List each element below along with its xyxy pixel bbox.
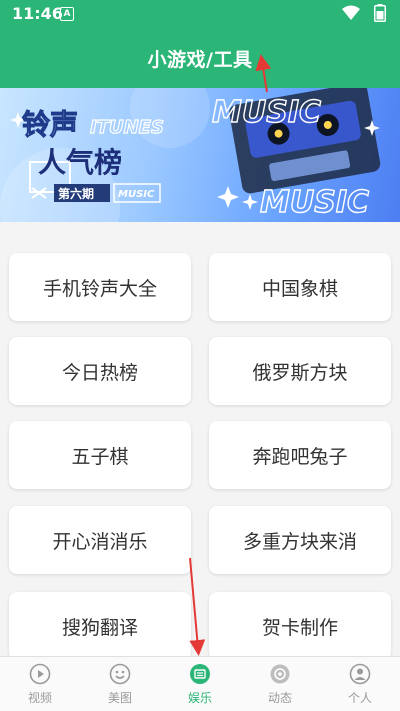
tab-video-label: 视频 (27, 691, 52, 705)
tool-tile-gomoku[interactable]: 五子棋 (9, 421, 191, 489)
tab-profile[interactable]: 个人 (320, 657, 400, 711)
play-circle-icon (29, 663, 51, 685)
tab-pictures[interactable]: 美图 (80, 657, 160, 711)
banner-issue-label: 第六期 (58, 186, 94, 201)
tool-tile-trending[interactable]: 今日热榜 (9, 337, 191, 405)
tab-entertainment[interactable]: 娱乐 (160, 657, 240, 711)
tool-tile-block-eliminate[interactable]: 多重方块来消 (209, 506, 391, 574)
tab-moments-label: 动态 (267, 691, 292, 705)
person-icon (349, 663, 371, 685)
banner-music-tag: MUSIC (118, 189, 155, 200)
banner-music-big-top: MUSIC (212, 95, 321, 130)
status-bar: 11:46 A (0, 0, 400, 28)
tab-pictures-label: 美图 (107, 691, 132, 705)
tools-grid: 手机铃声大全 中国象棋 今日热榜 俄罗斯方块 五子棋 奔跑吧兔子 开心消消乐 多… (0, 222, 400, 656)
tab-entertainment-label: 娱乐 (187, 691, 212, 705)
battery-icon (374, 4, 386, 22)
app-bar: 小游戏/工具 (0, 28, 400, 88)
banner-title-line1: 铃声 (22, 108, 78, 141)
tool-tile-translate[interactable]: 搜狗翻译 (9, 592, 191, 656)
banner-title-line2: 人气榜 (38, 146, 122, 179)
tab-moments[interactable]: 动态 (240, 657, 320, 711)
bottom-tab-bar: 视频 美图 娱乐 动态 个人 (0, 656, 400, 711)
banner-art: 铃声 ITUNES 人气榜 第六期 MUSIC MUSIC MUSIC (0, 88, 381, 222)
page-title: 小游戏/工具 (147, 49, 253, 71)
tool-tile-match-three[interactable]: 开心消消乐 (9, 506, 191, 574)
tool-tile-greeting-card[interactable]: 贺卡制作 (209, 592, 391, 656)
notification-a-icon: A (60, 7, 74, 21)
tool-tile-tetris[interactable]: 俄罗斯方块 (209, 337, 391, 405)
tool-tile-ringtones[interactable]: 手机铃声大全 (9, 253, 191, 321)
tab-profile-label: 个人 (347, 691, 372, 705)
tool-tile-rabbit-run[interactable]: 奔跑吧兔子 (209, 421, 391, 489)
smiley-icon (109, 663, 131, 685)
list-icon (190, 664, 210, 684)
status-time: 11:46 (12, 4, 63, 23)
banner-music-big-bottom: MUSIC (260, 185, 369, 220)
tool-tile-chinese-chess[interactable]: 中国象棋 (209, 253, 391, 321)
camera-aperture-icon (270, 664, 290, 684)
promo-banner[interactable]: 铃声 ITUNES 人气榜 第六期 MUSIC MUSIC MUSIC (0, 88, 400, 222)
tab-video[interactable]: 视频 (0, 657, 80, 711)
banner-itunes-text: ITUNES (90, 117, 164, 138)
wifi-icon (342, 5, 360, 20)
